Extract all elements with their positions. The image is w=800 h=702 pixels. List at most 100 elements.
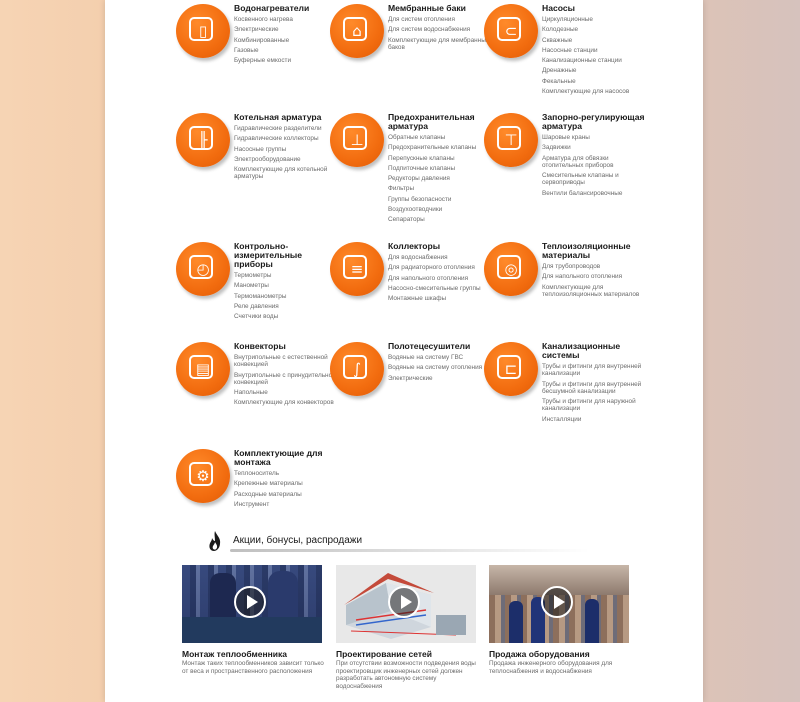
category-link[interactable]: Фекальные: [542, 78, 650, 85]
category-link[interactable]: Задвижки: [542, 144, 650, 151]
category-link[interactable]: Арматура для обвязки отопительных прибор…: [542, 155, 650, 170]
category-link[interactable]: Для напольного отопления: [542, 273, 650, 280]
video-thumbnail[interactable]: [336, 565, 476, 643]
category-title[interactable]: Конвекторы: [234, 342, 342, 351]
category-link[interactable]: Канализационные станции: [542, 57, 650, 64]
category-link[interactable]: Подпиточные клапаны: [388, 165, 496, 172]
category-link[interactable]: Трубы и фитинги для внутренней бесшумной…: [542, 381, 650, 396]
category-link[interactable]: Внутрипольные с принудительной конвекцие…: [234, 372, 342, 387]
video-thumbnail[interactable]: [182, 565, 322, 643]
card-title[interactable]: Продажа оборудования: [489, 649, 629, 659]
category-link[interactable]: Инструмент: [234, 501, 342, 508]
category-link[interactable]: Для напольного отопления: [388, 275, 496, 282]
category-link[interactable]: Комплектующие для теплоизоляционных мате…: [542, 284, 650, 299]
category-link[interactable]: Перепускные клапаны: [388, 155, 496, 162]
category-link[interactable]: Счетчики воды: [234, 313, 342, 320]
category-link[interactable]: Насосные группы: [234, 146, 342, 153]
category-link[interactable]: Группы безопасности: [388, 196, 496, 203]
category-link[interactable]: Напольные: [234, 389, 342, 396]
promo-card-design[interactable]: Проектирование сетей При отсутствии возм…: [336, 565, 476, 690]
mounting-parts-icon[interactable]: ⚙: [176, 449, 230, 503]
category-title[interactable]: Теплоизоляционные материалы: [542, 242, 650, 260]
membrane-tank-icon[interactable]: ⌂: [330, 4, 384, 58]
category-link[interactable]: Монтажные шкафы: [388, 295, 496, 302]
category-link[interactable]: Трубы и фитинги для наружной канализации: [542, 398, 650, 413]
category-link[interactable]: Водяные на систему отопления: [388, 364, 496, 371]
category-link[interactable]: Термометры: [234, 272, 342, 279]
category-link[interactable]: Комплектующие для мембранных баков: [388, 37, 496, 52]
sewer-icon[interactable]: ⊏: [484, 342, 538, 396]
category-title[interactable]: Комплектующие для монтажа: [234, 449, 342, 467]
category-link[interactable]: Электрооборудование: [234, 156, 342, 163]
pump-icon[interactable]: ⊂: [484, 4, 538, 58]
category-link[interactable]: Для водоснабжения: [388, 254, 496, 261]
category-link[interactable]: Внутрипольные с естественной конвекцией: [234, 354, 342, 369]
category-link[interactable]: Скважные: [542, 37, 650, 44]
category-link[interactable]: Комплектующие для насосов: [542, 88, 650, 95]
category-title[interactable]: Предохранительная арматура: [388, 113, 496, 131]
category-title[interactable]: Полотецесушители: [388, 342, 496, 351]
category-title[interactable]: Котельная арматура: [234, 113, 342, 122]
category-link[interactable]: Инсталляции: [542, 416, 650, 423]
category-title[interactable]: Водонагреватели: [234, 4, 342, 13]
category-link[interactable]: Шаровые краны: [542, 134, 650, 141]
video-thumbnail[interactable]: [489, 565, 629, 643]
category-link[interactable]: Циркуляционные: [542, 16, 650, 23]
category-link[interactable]: Расходные материалы: [234, 491, 342, 498]
category-link[interactable]: Для систем водоснабжения: [388, 26, 496, 33]
play-button[interactable]: [234, 586, 266, 618]
category-link[interactable]: Водяные на систему ГВС: [388, 354, 496, 361]
category-link[interactable]: Термоманометры: [234, 293, 342, 300]
category-link[interactable]: Для систем отопления: [388, 16, 496, 23]
category-link[interactable]: Теплоноситель: [234, 470, 342, 477]
category-title[interactable]: Канализационные системы: [542, 342, 650, 360]
category-link[interactable]: Косвенного нагрева: [234, 16, 342, 23]
category-link[interactable]: Насосно-смесительные группы: [388, 285, 496, 292]
category-link[interactable]: Воздухоотводчики: [388, 206, 496, 213]
category-link[interactable]: Для радиаторного отопления: [388, 264, 496, 271]
category-link[interactable]: Комбинированные: [234, 37, 342, 44]
category-link[interactable]: Электрические: [388, 375, 496, 382]
category-title[interactable]: Запорно-регулирующая арматура: [542, 113, 650, 131]
card-title[interactable]: Проектирование сетей: [336, 649, 476, 659]
water-heater-icon[interactable]: ▯: [176, 4, 230, 58]
category-title[interactable]: Насосы: [542, 4, 650, 13]
category-link[interactable]: Гидравлические разделители: [234, 125, 342, 132]
towel-dryer-icon[interactable]: ∫: [330, 342, 384, 396]
category-link[interactable]: Трубы и фитинги для внутренней канализац…: [542, 363, 650, 378]
category-title[interactable]: Мембранные баки: [388, 4, 496, 13]
category-link[interactable]: Комплектующие для конвекторов: [234, 399, 342, 406]
category-link[interactable]: Крепежные материалы: [234, 480, 342, 487]
category-link[interactable]: Манометры: [234, 282, 342, 289]
category-title[interactable]: Контрольно-измерительные приборы: [234, 242, 342, 269]
category-link[interactable]: Газовые: [234, 47, 342, 54]
category-link[interactable]: Редукторы давления: [388, 175, 496, 182]
category-link[interactable]: Дренажные: [542, 67, 650, 74]
category-link[interactable]: Для трубопроводов: [542, 263, 650, 270]
category-link[interactable]: Гидравлические коллекторы: [234, 135, 342, 142]
promo-card-installation[interactable]: Монтаж теплообменника Монтаж таких тепло…: [182, 565, 324, 675]
insulation-icon[interactable]: ◎: [484, 242, 538, 296]
category-title[interactable]: Коллекторы: [388, 242, 496, 251]
promo-card-sales[interactable]: Продажа оборудования Продажа инженерного…: [489, 565, 629, 675]
convector-icon[interactable]: ▤: [176, 342, 230, 396]
play-button[interactable]: [541, 586, 573, 618]
manifold-icon[interactable]: ≡: [330, 242, 384, 296]
category-link[interactable]: Смесительные клапаны и сервоприводы: [542, 172, 650, 187]
category-link[interactable]: Реле давления: [234, 303, 342, 310]
category-link[interactable]: Обратные клапаны: [388, 134, 496, 141]
card-title[interactable]: Монтаж теплообменника: [182, 649, 322, 659]
safety-valve-icon[interactable]: ⊥: [330, 113, 384, 167]
play-button[interactable]: [388, 586, 420, 618]
category-link[interactable]: Насосные станции: [542, 47, 650, 54]
gauge-icon[interactable]: ◴: [176, 242, 230, 296]
boiler-fittings-icon[interactable]: ╟: [176, 113, 230, 167]
category-link[interactable]: Колодезные: [542, 26, 650, 33]
category-link[interactable]: Фильтры: [388, 185, 496, 192]
shutoff-valve-icon[interactable]: ⊤: [484, 113, 538, 167]
category-link[interactable]: Комплектующие для котельной арматуры: [234, 166, 342, 181]
category-link[interactable]: Электрические: [234, 26, 342, 33]
category-link[interactable]: Предохранительные клапаны: [388, 144, 496, 151]
category-link[interactable]: Вентили балансировочные: [542, 190, 650, 197]
category-link[interactable]: Сепараторы: [388, 216, 496, 223]
